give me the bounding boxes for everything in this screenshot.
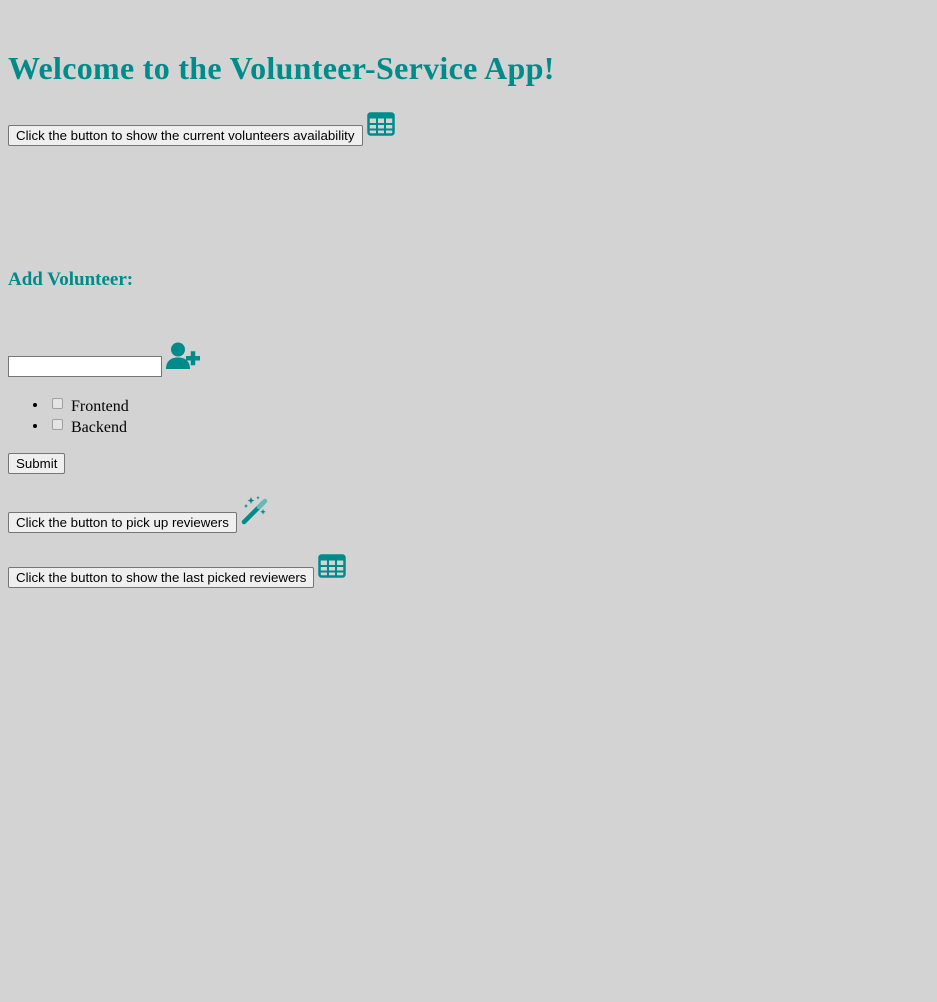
- submit-row: Submit: [8, 453, 929, 474]
- user-plus-icon: [166, 342, 202, 374]
- table-icon: [366, 112, 395, 140]
- frontend-label: Frontend: [71, 398, 129, 415]
- list-item: Frontend: [48, 394, 929, 415]
- show-last-reviewers-button[interactable]: Click the button to show the last picked…: [8, 567, 315, 588]
- availability-row: Click the button to show the current vol…: [8, 112, 929, 146]
- frontend-checkbox[interactable]: [52, 398, 63, 409]
- backend-checkbox[interactable]: [52, 419, 63, 430]
- add-volunteer-row: [8, 342, 929, 377]
- last-reviewers-row: Click the button to show the last picked…: [8, 554, 929, 588]
- add-volunteer-heading: Add Volunteer:: [8, 269, 134, 290]
- page: Welcome to the Volunteer-Service App! Cl…: [0, 0, 937, 588]
- submit-button[interactable]: Submit: [8, 453, 66, 474]
- roles-list: Frontend Backend: [8, 394, 929, 436]
- pick-reviewers-button[interactable]: Click the button to pick up reviewers: [8, 512, 237, 533]
- magic-wand-icon: [241, 495, 271, 529]
- show-availability-button[interactable]: Click the button to show the current vol…: [8, 125, 363, 146]
- backend-label: Backend: [71, 419, 127, 436]
- page-title: Welcome to the Volunteer-Service App!: [8, 50, 555, 86]
- volunteer-name-input[interactable]: [8, 356, 162, 377]
- pick-reviewers-row: Click the button to pick up reviewers: [8, 495, 929, 533]
- table-icon: [318, 554, 347, 582]
- list-item: Backend: [48, 415, 929, 436]
